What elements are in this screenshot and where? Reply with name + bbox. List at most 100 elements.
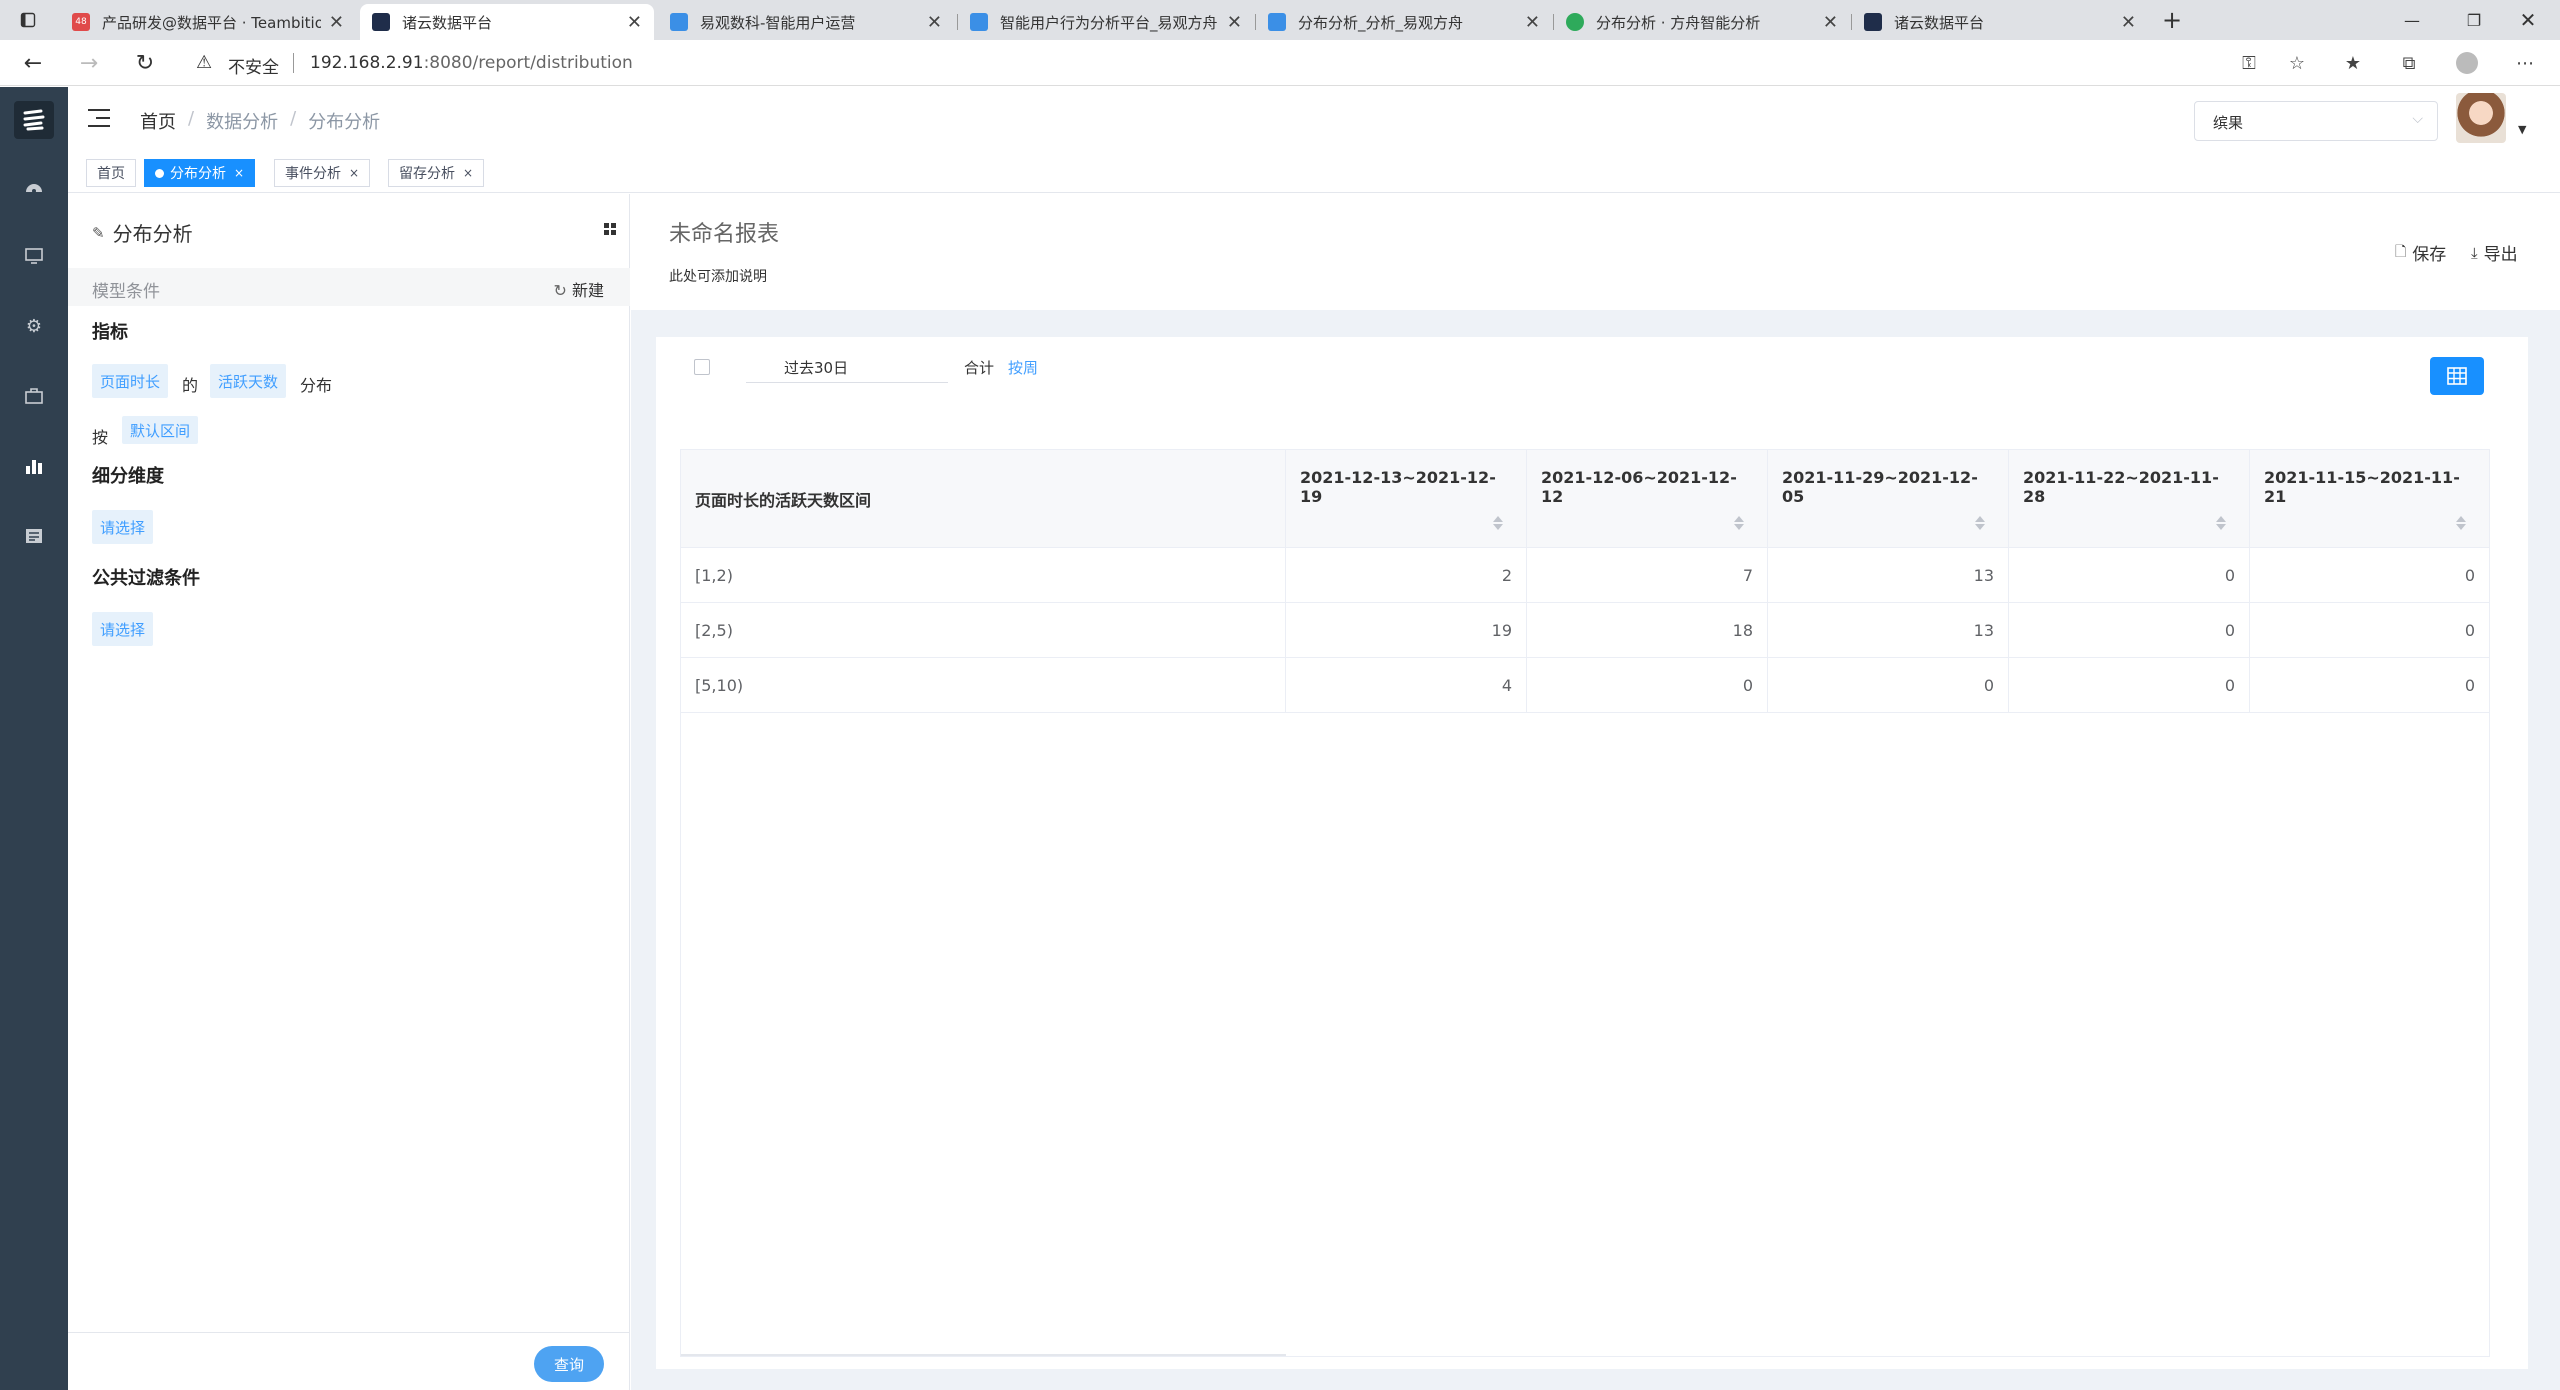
table-header-row: 页面时长的活跃天数区间 2021-12-13~2021-12-19 2021-1…	[681, 450, 2489, 548]
close-tab-icon[interactable]: ✕	[627, 12, 642, 33]
table-view-button[interactable]	[2430, 357, 2484, 395]
grid-menu-icon[interactable]	[604, 223, 616, 235]
report-icon[interactable]	[22, 524, 46, 548]
key-icon[interactable]: ⚿	[2236, 50, 2262, 76]
tag-distribution[interactable]: 分布分析 ×	[144, 159, 256, 187]
header-week-3[interactable]: 2021-11-29~2021-12-05	[1768, 450, 2009, 547]
metric-field-select[interactable]: 页面时长	[92, 364, 169, 398]
table-row: [1,2) 2 7 13 0 0	[681, 548, 2489, 603]
tag-event[interactable]: 事件分析 ×	[274, 159, 371, 187]
browser-tab-strip: 48 产品研发@数据平台 · Teambition ✕ 诸云数据平台 ✕ 易观数…	[0, 0, 2560, 40]
profile-icon[interactable]	[2454, 50, 2480, 76]
new-label: 新建	[571, 281, 604, 300]
yiguan-favicon-icon	[670, 13, 688, 31]
granularity-select[interactable]: 按周	[1008, 357, 1038, 378]
monitor-icon[interactable]	[22, 244, 46, 268]
compare-checkbox[interactable]	[694, 359, 710, 375]
browser-tab-app-2[interactable]: 诸云数据平台 ✕	[1852, 4, 2148, 40]
table-cell: 0	[1527, 658, 1768, 712]
new-tab-button[interactable]: +	[2154, 0, 2190, 40]
minimize-icon[interactable]: —	[2384, 0, 2440, 40]
collections-icon[interactable]: ⧉	[2396, 50, 2422, 76]
metric-measure-select[interactable]: 活跃天数	[210, 364, 287, 398]
teambition-favicon-icon: 48	[72, 13, 90, 31]
table-cell: 13	[1768, 603, 2009, 657]
briefcase-icon[interactable]	[22, 384, 46, 408]
browser-tab-yiguan-ops[interactable]: 易观数科-智能用户运营 ✕	[658, 4, 954, 40]
tab-actions-icon[interactable]	[10, 0, 46, 40]
tab-title: 分布分析 · 方舟智能分析	[1596, 13, 1761, 32]
export-button[interactable]: ⤓ 导出	[2471, 240, 2518, 266]
sort-icon[interactable]	[2215, 515, 2227, 530]
browser-tab-fangzhou[interactable]: 分布分析 · 方舟智能分析 ✕	[1554, 4, 1850, 40]
caret-down-icon[interactable]: ▼	[2518, 123, 2526, 136]
breadcrumb-home[interactable]: 首页	[140, 108, 176, 134]
date-range-picker[interactable]: 过去30日	[746, 353, 948, 383]
breakdown-heading: 细分维度	[92, 466, 164, 487]
favorites-icon[interactable]: ★	[2340, 50, 2366, 76]
tag-label: 首页	[97, 166, 125, 182]
pin-icon[interactable]: ✎	[92, 224, 105, 242]
url-field[interactable]: 192.168.2.91:8080/report/distribution	[310, 53, 633, 73]
close-tab-icon[interactable]: ✕	[1823, 12, 1838, 33]
forward-icon[interactable]: →	[74, 48, 104, 78]
tag-retention[interactable]: 留存分析 ×	[388, 159, 485, 187]
avatar[interactable]	[2456, 93, 2506, 143]
interval-select[interactable]: 默认区间	[122, 416, 199, 444]
header-week-1[interactable]: 2021-12-13~2021-12-19	[1286, 450, 1527, 547]
tag-home[interactable]: 首页	[86, 159, 136, 187]
app-logo[interactable]	[14, 101, 54, 139]
close-tab-icon[interactable]: ✕	[1227, 12, 1242, 33]
close-tab-icon[interactable]: ✕	[329, 12, 344, 33]
model-conditions-bar: 模型条件 ↻ 新建	[68, 268, 630, 306]
distribution-table: 页面时长的活跃天数区间 2021-12-13~2021-12-19 2021-1…	[680, 449, 2490, 1357]
header-week-5[interactable]: 2021-11-15~2021-11-21	[2250, 450, 2489, 547]
more-menu-icon[interactable]: ⋯	[2512, 50, 2538, 76]
app-sidebar: ⚙	[0, 87, 68, 1390]
report-description[interactable]: 此处可添加说明	[669, 266, 767, 286]
warning-icon: ⚠	[196, 52, 213, 73]
close-icon[interactable]: ×	[234, 166, 244, 180]
close-icon[interactable]: ×	[349, 166, 359, 180]
report-title[interactable]: 未命名报表	[669, 216, 779, 248]
filter-heading: 公共过滤条件	[92, 568, 200, 589]
restore-icon[interactable]: ❐	[2446, 0, 2502, 40]
favorite-add-icon[interactable]: ☆	[2284, 50, 2310, 76]
header-week-label: 2021-12-13~2021-12-19	[1300, 467, 1496, 506]
menu-toggle-icon[interactable]	[88, 109, 110, 127]
breadcrumb-data-analysis[interactable]: 数据分析	[206, 108, 278, 134]
browser-tab-yiguan-platform[interactable]: 智能用户行为分析平台_易观方舟 ✕	[958, 4, 1254, 40]
workspace-select[interactable]: 缤果 ⌵	[2194, 101, 2438, 141]
close-tab-icon[interactable]: ✕	[1525, 12, 1540, 33]
yiguan-favicon-icon	[1268, 13, 1286, 31]
breakdown-select[interactable]: 请选择	[92, 510, 154, 544]
header-week-4[interactable]: 2021-11-22~2021-11-28	[2009, 450, 2250, 547]
download-icon: ⤓	[2471, 243, 2478, 262]
browser-tab-teambition[interactable]: 48 产品研发@数据平台 · Teambition ✕	[60, 4, 356, 40]
horizontal-scrollbar[interactable]	[681, 1354, 1286, 1356]
fangzhou-favicon-icon	[1566, 13, 1584, 31]
sort-icon[interactable]	[1733, 515, 1745, 530]
close-window-icon[interactable]: ✕	[2500, 0, 2556, 40]
browser-tab-active[interactable]: 诸云数据平台 ✕	[360, 4, 654, 40]
sort-icon[interactable]	[1974, 515, 1986, 530]
row-label: [5,10)	[681, 658, 1286, 712]
new-button[interactable]: ↻ 新建	[553, 277, 604, 301]
sort-icon[interactable]	[1492, 515, 1504, 530]
close-tab-icon[interactable]: ✕	[927, 12, 942, 33]
query-button[interactable]: 查询	[534, 1346, 604, 1382]
yiguan-favicon-icon	[970, 13, 988, 31]
back-icon[interactable]: ←	[18, 48, 48, 78]
close-icon[interactable]: ×	[463, 166, 473, 180]
filter-select[interactable]: 请选择	[92, 612, 154, 646]
bar-chart-icon[interactable]	[22, 454, 46, 478]
settings-icon[interactable]: ⚙	[22, 314, 46, 338]
close-tab-icon[interactable]: ✕	[2121, 12, 2136, 33]
reload-icon[interactable]: ↻	[130, 48, 160, 78]
browser-tab-yiguan-distribution[interactable]: 分布分析_分析_易观方舟 ✕	[1256, 4, 1552, 40]
save-button[interactable]: 🗋 保存	[2395, 240, 2446, 266]
tag-label: 分布分析	[170, 166, 226, 182]
header-week-2[interactable]: 2021-12-06~2021-12-12	[1527, 450, 1768, 547]
dashboard-icon[interactable]	[22, 175, 46, 199]
sort-icon[interactable]	[2455, 515, 2467, 530]
